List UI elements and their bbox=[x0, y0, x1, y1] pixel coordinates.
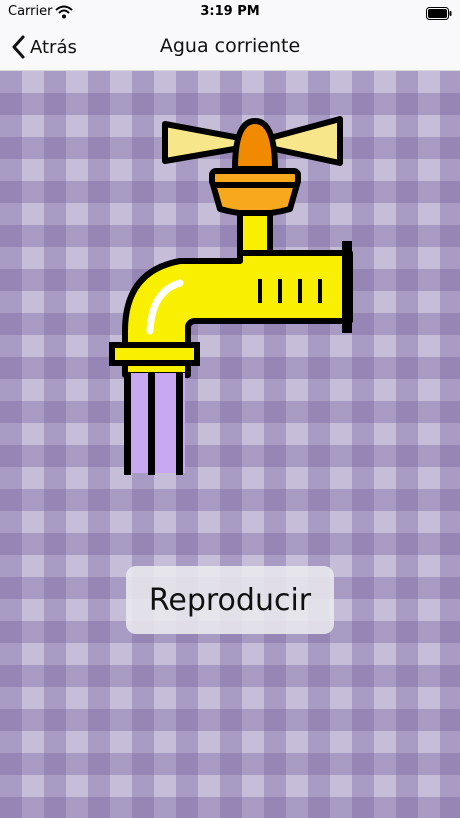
battery-icon bbox=[426, 5, 452, 24]
navigation-bar: Atrás Agua corriente bbox=[0, 24, 460, 71]
main-content: Reproducir bbox=[0, 71, 460, 818]
faucet-icon bbox=[109, 116, 353, 475]
play-button[interactable]: Reproducir bbox=[126, 566, 334, 634]
page-title: Agua corriente bbox=[159, 35, 301, 57]
clock: 3:19 PM bbox=[200, 4, 260, 19]
status-bar: Carrier 3:19 PM bbox=[0, 0, 460, 24]
